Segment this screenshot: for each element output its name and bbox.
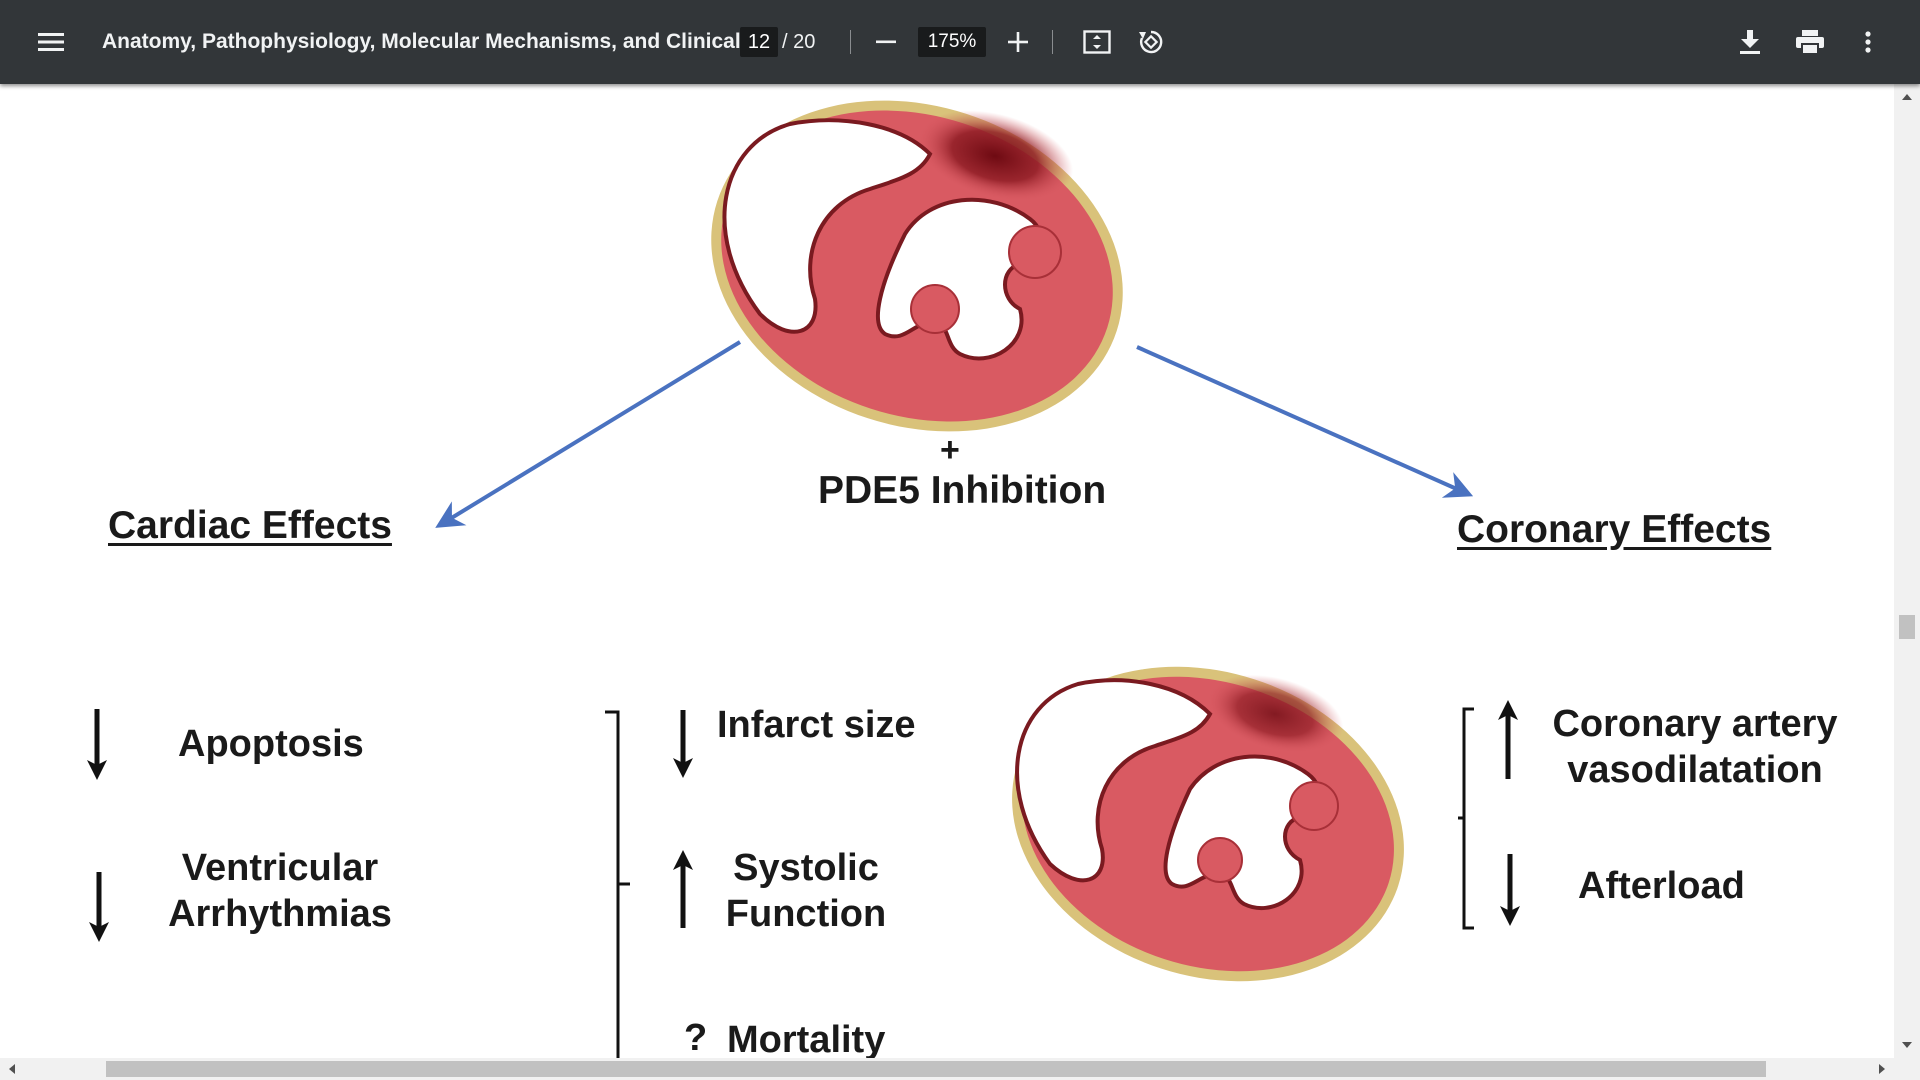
page-number-input[interactable]: 12 xyxy=(740,27,778,57)
pdf-toolbar: Anatomy, Pathophysiology, Molecular Mech… xyxy=(0,0,1920,84)
ventricular-arrhythmias-label: Ventricular Arrhythmias xyxy=(165,846,395,937)
mortality-label: Mortality xyxy=(727,1019,886,1061)
ventricular-line1: Ventricular xyxy=(181,847,379,889)
scroll-arrows-vertical xyxy=(1902,94,1912,1048)
heart-cross-section-top xyxy=(711,100,1123,432)
systolic-line1: Systolic xyxy=(733,847,879,889)
arrow-to-cardiac-effects xyxy=(435,340,742,528)
horizontal-scroll-thumb[interactable] xyxy=(106,1061,1766,1077)
zoom-level-input[interactable]: 175% xyxy=(918,27,986,57)
mortality-question-mark: ? xyxy=(684,1017,708,1059)
pdf-viewport[interactable]: + PDE5 Inhibition Cardiac Effects Corona… xyxy=(0,84,1920,1080)
middle-bracket xyxy=(605,710,630,1058)
toolbar-divider xyxy=(1052,30,1053,54)
zoom-in-icon[interactable] xyxy=(1004,0,1032,84)
vaso-line1: Coronary artery xyxy=(1552,703,1838,745)
more-vert-icon[interactable] xyxy=(1858,0,1878,84)
arrow-to-coronary-effects xyxy=(1136,345,1474,498)
systolic-function-label: Systolic Function xyxy=(716,846,896,937)
cardiac-effects-heading: Cardiac Effects xyxy=(108,504,392,547)
download-icon[interactable] xyxy=(1735,0,1765,84)
systolic-line2: Function xyxy=(725,892,887,935)
document-title: Anatomy, Pathophysiology, Molecular Mech… xyxy=(102,30,759,53)
fit-page-icon[interactable] xyxy=(1082,0,1112,84)
menu-icon[interactable] xyxy=(34,0,68,84)
infarct-size-label: Infarct size xyxy=(717,704,916,746)
pde5-inhibition-label: PDE5 Inhibition xyxy=(818,469,1107,512)
plus-sign: + xyxy=(940,431,960,469)
vaso-line2: vasodilatation xyxy=(1567,748,1823,791)
afterload-label: Afterload xyxy=(1578,865,1745,907)
print-icon[interactable] xyxy=(1794,0,1826,84)
vertical-scrollbar[interactable] xyxy=(1894,84,1920,1058)
toolbar-divider xyxy=(850,30,851,54)
coronary-vasodilatation-label: Coronary artery vasodilatation xyxy=(1545,702,1845,793)
page-count: / 20 xyxy=(782,0,815,84)
horizontal-scrollbar[interactable] xyxy=(0,1058,1920,1080)
apoptosis-label: Apoptosis xyxy=(178,723,364,765)
coronary-effects-heading: Coronary Effects xyxy=(1457,508,1772,551)
ventricular-line2: Arrhythmias xyxy=(168,892,392,935)
coronary-bracket xyxy=(1458,707,1474,930)
rotate-icon[interactable] xyxy=(1136,0,1166,84)
pdf-page: + PDE5 Inhibition Cardiac Effects Corona… xyxy=(0,84,1894,1061)
page-separator: / xyxy=(782,31,788,53)
heart-cross-section-bottom xyxy=(1012,666,1404,982)
vertical-scroll-thumb[interactable] xyxy=(1899,615,1915,639)
total-pages: 20 xyxy=(793,31,816,53)
zoom-out-icon[interactable] xyxy=(872,0,900,84)
